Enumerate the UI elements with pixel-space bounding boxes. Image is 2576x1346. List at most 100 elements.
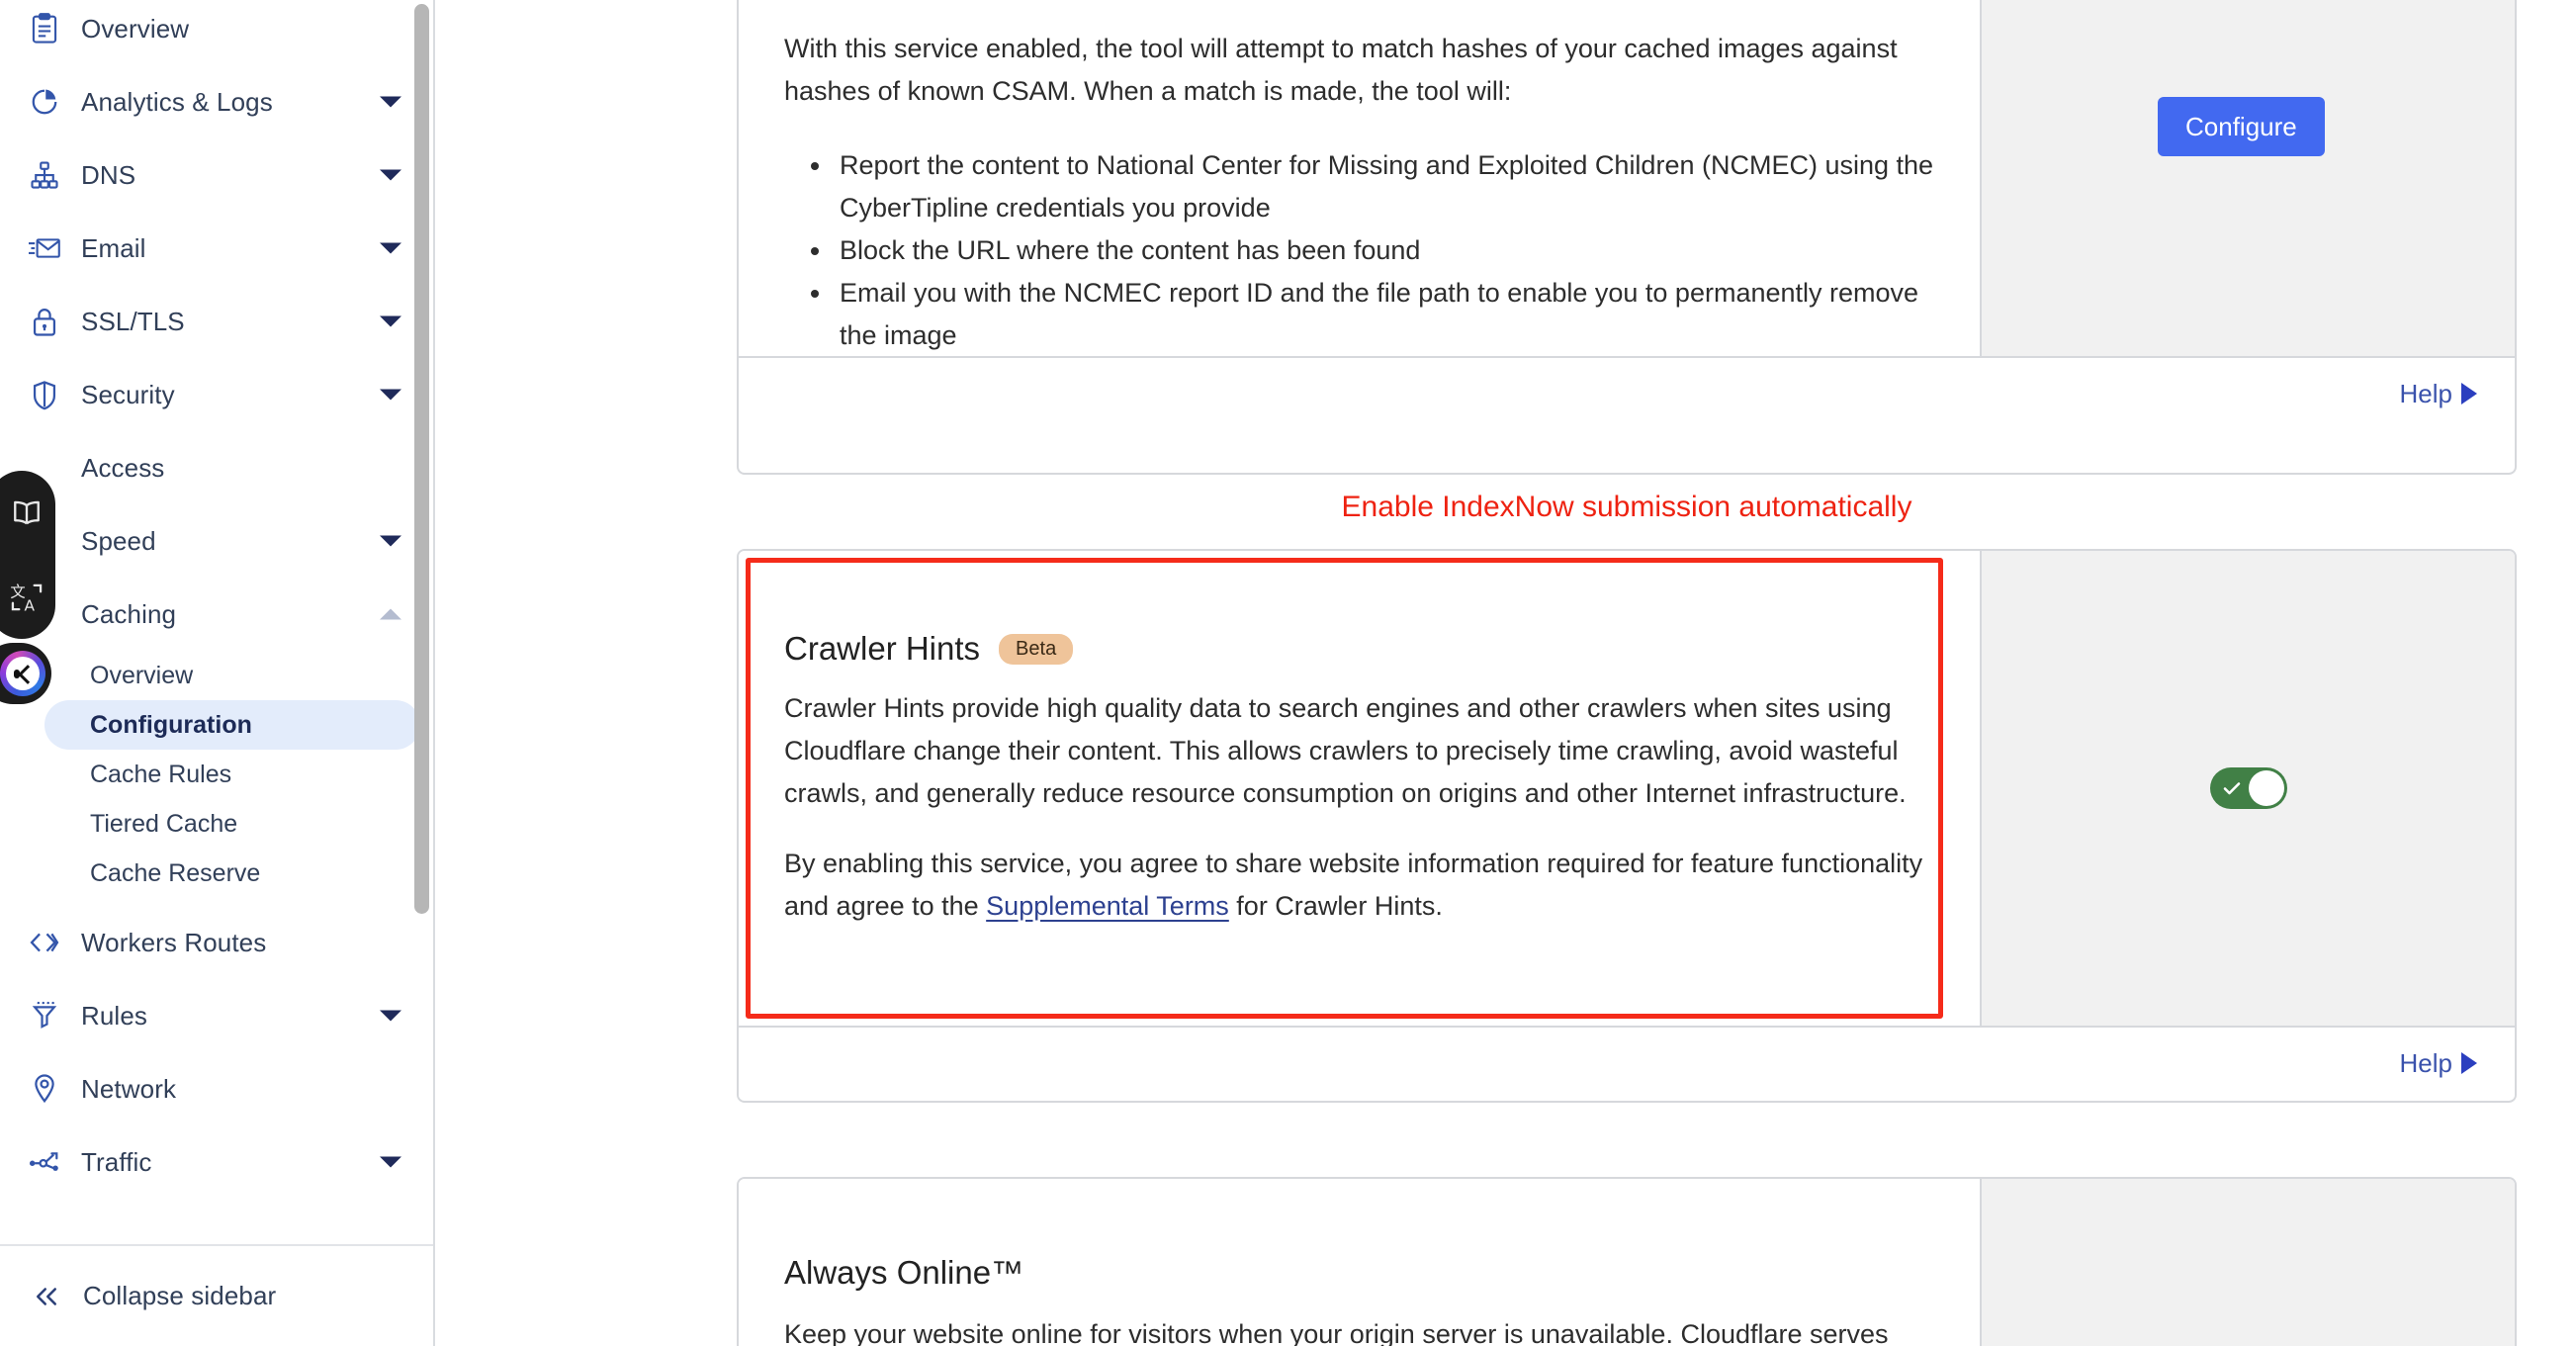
chevron-down-icon[interactable] — [380, 96, 401, 108]
translate-icon[interactable]: 文 A — [5, 576, 48, 619]
crawler-paragraph-1: Crawler Hints provide high quality data … — [784, 693, 1907, 808]
list-item: Block the URL where the content has been… — [834, 229, 1934, 272]
crawler-card-body: Crawler Hints Beta Crawler Hints provide… — [739, 551, 2515, 1026]
always-online-card-control — [1980, 1179, 2515, 1346]
supplemental-terms-link[interactable]: Supplemental Terms — [986, 891, 1229, 921]
app-root: Overview Analytics & Logs DNS Email SSL/… — [0, 0, 2576, 1346]
sidebar-subitem-label: Cache Reserve — [90, 858, 261, 887]
sidebar-item-security[interactable]: Security — [0, 358, 433, 431]
chevron-down-icon[interactable] — [380, 1010, 401, 1022]
sidebar-item-label: Rules — [81, 1000, 147, 1031]
sidebar-subitem-label: Configuration — [90, 710, 252, 739]
toggle-knob — [2248, 770, 2284, 806]
csam-card-body: With this service enabled, the tool will… — [739, 0, 2515, 356]
sidebar-item-email[interactable]: Email — [0, 212, 433, 285]
shield-icon — [22, 372, 67, 417]
csam-bullet-list: Report the content to National Center fo… — [784, 144, 1934, 357]
sidebar-item-label: Network — [81, 1073, 177, 1104]
help-link-label: Help — [2399, 1047, 2452, 1078]
sidebar-item-traffic[interactable]: Traffic — [0, 1125, 433, 1199]
sidebar-item-label: Security — [81, 379, 175, 409]
clipboard-icon — [22, 6, 67, 51]
sidebar-item-caching[interactable]: Caching — [0, 578, 433, 651]
always-online-text-before: Keep your website online for visitors wh… — [784, 1319, 1889, 1346]
chevron-up-icon[interactable] — [380, 608, 401, 620]
sidebar-item-label: Workers Routes — [81, 927, 267, 957]
sidebar-scrollbar-thumb[interactable] — [414, 4, 429, 914]
sidebar-subitem-label: Cache Rules — [90, 760, 232, 788]
sidebar-subitem-label: Overview — [90, 661, 194, 689]
map-pin-icon — [22, 1066, 67, 1112]
sidebar-item-label: Access — [81, 452, 165, 483]
sidebar: Overview Analytics & Logs DNS Email SSL/… — [0, 0, 435, 1346]
collapse-sidebar-label: Collapse sidebar — [83, 1281, 277, 1310]
chevron-down-icon[interactable] — [380, 535, 401, 547]
status-badge: Beta — [999, 633, 1074, 665]
code-brackets-icon — [22, 920, 67, 965]
always-online-card-text: Always Online™ Keep your website online … — [739, 1179, 1980, 1346]
chevrons-left-icon — [24, 1274, 69, 1319]
csam-intro-text: With this service enabled, the tool will… — [784, 34, 1898, 106]
crawler-hints-title: Crawler Hints — [784, 630, 981, 667]
chevron-right-icon — [2461, 1052, 2477, 1074]
envelope-icon — [22, 225, 67, 271]
chevron-down-icon[interactable] — [380, 169, 401, 181]
sidebar-item-access[interactable]: Access — [0, 431, 433, 504]
pie-chart-icon — [22, 79, 67, 125]
lock-icon — [22, 299, 67, 344]
always-online-title: Always Online™ — [784, 1254, 1024, 1291]
sidebar-item-network[interactable]: Network — [0, 1052, 433, 1125]
sidebar-item-rules[interactable]: Rules — [0, 979, 433, 1052]
floating-dock: 文 A — [0, 471, 55, 639]
annotation-text: Enable IndexNow submission automatically — [1341, 491, 1912, 523]
sidebar-subitem-cache-rules[interactable]: Cache Rules — [44, 750, 420, 799]
sidebar-item-label: SSL/TLS — [81, 306, 185, 336]
sidebar-item-analytics-and-logs[interactable]: Analytics & Logs — [0, 65, 433, 138]
sidebar-subitem-cache-reserve[interactable]: Cache Reserve — [44, 849, 420, 898]
crawler-hints-toggle[interactable] — [2209, 767, 2287, 809]
csam-card-text: With this service enabled, the tool will… — [739, 0, 1980, 356]
sidebar-item-label: Caching — [81, 598, 177, 629]
chevron-down-icon[interactable] — [380, 389, 401, 401]
chevron-down-icon[interactable] — [380, 242, 401, 254]
collapse-sidebar-button[interactable]: Collapse sidebar — [0, 1244, 433, 1346]
sidebar-item-label: Traffic — [81, 1146, 152, 1177]
sidebar-subitem-caching-configuration[interactable]: Configuration — [44, 700, 420, 750]
sidebar-item-label: DNS — [81, 159, 136, 190]
help-link[interactable]: Help — [2400, 379, 2477, 409]
sidebar-item-label: Speed — [81, 525, 156, 556]
sidebar-item-speed[interactable]: Speed — [0, 504, 433, 578]
list-item: Report the content to National Center fo… — [834, 144, 1934, 229]
sidebar-subitem-tiered-cache[interactable]: Tiered Cache — [44, 799, 420, 849]
user-avatar[interactable] — [0, 651, 45, 696]
dns-tree-icon — [22, 152, 67, 198]
csam-scanning-card: With this service enabled, the tool will… — [737, 0, 2517, 475]
traffic-nodes-icon — [22, 1139, 67, 1185]
help-link[interactable]: Help — [2400, 1048, 2477, 1079]
sidebar-subitem-caching-overview[interactable]: Overview — [44, 651, 420, 700]
sidebar-subitem-label: Tiered Cache — [90, 809, 238, 838]
always-online-paragraph: Keep your website online for visitors wh… — [784, 1313, 1934, 1346]
configure-button[interactable]: Configure — [2158, 97, 2325, 156]
crawler-card-text: Crawler Hints Beta Crawler Hints provide… — [739, 551, 1980, 1026]
chevron-right-icon — [2461, 383, 2477, 404]
check-icon — [2221, 777, 2243, 799]
help-link-label: Help — [2399, 378, 2452, 408]
page-title: Crawler Hints Beta — [784, 630, 1934, 668]
crawler-paragraph-2-after: for Crawler Hints. — [1228, 891, 1443, 921]
sidebar-scroll-region: Overview Analytics & Logs DNS Email SSL/… — [0, 0, 433, 1244]
sidebar-item-ssl-tls[interactable]: SSL/TLS — [0, 285, 433, 358]
sidebar-scrollbar-track[interactable] — [414, 0, 431, 1244]
sidebar-item-workers-routes[interactable]: Workers Routes — [0, 906, 433, 979]
sidebar-item-overview[interactable]: Overview — [0, 0, 433, 65]
sidebar-item-label: Analytics & Logs — [81, 86, 273, 117]
book-icon[interactable] — [5, 492, 48, 535]
list-item: Email you with the NCMEC report ID and t… — [834, 272, 1934, 357]
csam-card-footer: Help — [739, 356, 2515, 429]
chevron-down-icon[interactable] — [380, 1156, 401, 1168]
sidebar-item-dns[interactable]: DNS — [0, 138, 433, 212]
chevron-down-icon[interactable] — [380, 315, 401, 327]
csam-card-control: Configure — [1980, 0, 2515, 356]
sidebar-item-label: Overview — [81, 13, 190, 44]
